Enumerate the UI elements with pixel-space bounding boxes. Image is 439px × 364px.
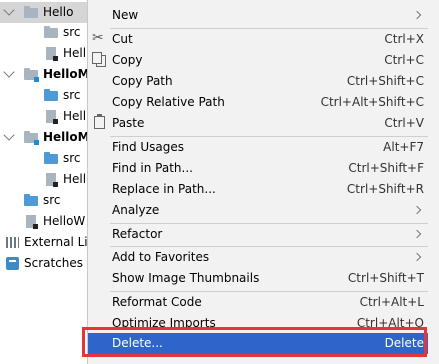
menu-shortcut: Alt+F7	[383, 140, 424, 154]
menu-item-label: Copy Path	[112, 74, 173, 88]
menu-item-label: Copy Relative Path	[112, 95, 225, 109]
file-icon	[46, 110, 58, 124]
menu-shortcut: Ctrl+Alt+L	[359, 295, 424, 309]
tree-label: Scratches a	[24, 256, 95, 270]
tree-row-file[interactable]: HelloW	[0, 211, 100, 232]
menu-item-cut[interactable]: Cut Ctrl+X	[88, 28, 428, 50]
tree-label: src	[63, 25, 81, 39]
module-marker-icon	[34, 77, 39, 82]
menu-item-label: New	[112, 8, 139, 22]
menu-item-replace-in-path[interactable]: Replace in Path... Ctrl+Shift+R	[88, 179, 428, 200]
project-tree: Hello src Hell HelloM src Hell HelloM sr…	[0, 0, 100, 364]
menu-item-label: Analyze	[112, 203, 160, 217]
menu-item-show-image-thumbnails[interactable]: Show Image Thumbnails Ctrl+Shift+T	[88, 268, 428, 289]
menu-shortcut: Ctrl+C	[384, 53, 424, 67]
menu-item-label: Add to Favorites	[112, 250, 210, 264]
collapse-arrow-icon[interactable]	[3, 4, 15, 16]
menu-item-paste[interactable]: Paste Ctrl+V	[88, 113, 428, 134]
source-folder-icon	[24, 194, 38, 206]
menu-shortcut: Ctrl+Shift+R	[346, 182, 424, 196]
tree-label: HelloW	[43, 214, 86, 228]
tree-row-external-libraries[interactable]: External Lib	[0, 232, 100, 253]
file-icon	[46, 47, 58, 61]
tree-row-src[interactable]: src	[0, 22, 100, 43]
library-icon	[6, 237, 19, 248]
submenu-arrow-icon	[412, 10, 422, 20]
menu-item-label: Reformat Code	[112, 295, 202, 309]
menu-item-label: Paste	[112, 116, 145, 130]
menu-item-refactor[interactable]: Refactor	[88, 224, 428, 245]
tree-row-src[interactable]: src	[0, 190, 100, 211]
menu-item-find-in-path[interactable]: Find in Path... Ctrl+Shift+F	[88, 158, 428, 179]
source-folder-icon	[44, 89, 58, 101]
scissors-icon	[92, 28, 106, 49]
tree-label: External Lib	[24, 235, 96, 249]
menu-item-reformat-code[interactable]: Reformat Code Ctrl+Alt+L	[88, 292, 428, 313]
module-marker-icon	[34, 140, 39, 145]
tree-label: src	[63, 151, 81, 165]
copy-icon	[92, 52, 106, 67]
tree-label: HelloM	[43, 130, 90, 144]
tree-row-file[interactable]: Hell	[0, 106, 100, 127]
menu-item-analyze[interactable]: Analyze	[88, 200, 428, 221]
folder-icon	[24, 6, 38, 18]
tree-row-file[interactable]: Hell	[0, 43, 100, 64]
tree-label: Hell	[63, 172, 87, 186]
submenu-arrow-icon	[412, 229, 422, 239]
file-icon	[26, 215, 38, 229]
menu-item-label: Find in Path...	[112, 161, 193, 175]
collapse-arrow-icon[interactable]	[3, 66, 15, 78]
tree-row-file[interactable]: Hell	[0, 169, 100, 190]
menu-shortcut: Ctrl+Shift+F	[348, 161, 424, 175]
context-menu: New Cut Ctrl+X Copy Ctrl+C Copy Path Ctr…	[87, 0, 439, 364]
source-folder-icon	[44, 152, 58, 164]
tree-row-src[interactable]: src	[0, 148, 100, 169]
submenu-arrow-icon	[412, 252, 422, 262]
menu-shortcut: Ctrl+X	[384, 32, 424, 46]
menu-shortcut: Ctrl+Alt+Shift+C	[320, 95, 424, 109]
menu-item-label: Refactor	[112, 227, 163, 241]
tree-row-module[interactable]: HelloM	[0, 64, 100, 85]
menu-item-copy-relative-path[interactable]: Copy Relative Path Ctrl+Alt+Shift+C	[88, 92, 428, 113]
tree-label: src	[43, 193, 61, 207]
scratches-icon	[6, 257, 19, 270]
collapse-arrow-icon[interactable]	[3, 129, 15, 141]
menu-item-copy-path[interactable]: Copy Path Ctrl+Shift+C	[88, 71, 428, 92]
menu-item-find-usages[interactable]: Find Usages Alt+F7	[88, 137, 428, 158]
tree-label: HelloM	[43, 67, 90, 81]
tree-row-src[interactable]: src	[0, 85, 100, 106]
clipboard-icon	[94, 114, 105, 129]
menu-item-label: Replace in Path...	[112, 182, 216, 196]
menu-item-label: Find Usages	[112, 140, 185, 154]
menu-shortcut: Ctrl+V	[384, 116, 424, 130]
tree-row-hello[interactable]: Hello	[0, 2, 100, 23]
folder-icon	[44, 26, 58, 38]
submenu-arrow-icon	[412, 205, 422, 215]
tree-row-module[interactable]: HelloM	[0, 127, 100, 148]
menu-item-add-to-favorites[interactable]: Add to Favorites	[88, 247, 428, 268]
tree-label: src	[63, 88, 81, 102]
tree-label: Hell	[63, 109, 87, 123]
menu-item-label: Cut	[112, 32, 133, 46]
menu-item-new[interactable]: New	[88, 5, 428, 26]
menu-shortcut: Ctrl+Shift+C	[346, 74, 424, 88]
menu-shortcut: Ctrl+Shift+T	[347, 271, 424, 285]
file-icon	[46, 173, 58, 187]
menu-item-label: Show Image Thumbnails	[112, 271, 260, 285]
tree-label: Hello	[43, 5, 74, 19]
menu-item-copy[interactable]: Copy Ctrl+C	[88, 50, 428, 71]
highlight-callout-box	[82, 327, 427, 357]
menu-item-label: Copy	[112, 53, 143, 67]
tree-label: Hell	[63, 46, 87, 60]
tree-row-scratches[interactable]: Scratches a	[0, 253, 100, 274]
